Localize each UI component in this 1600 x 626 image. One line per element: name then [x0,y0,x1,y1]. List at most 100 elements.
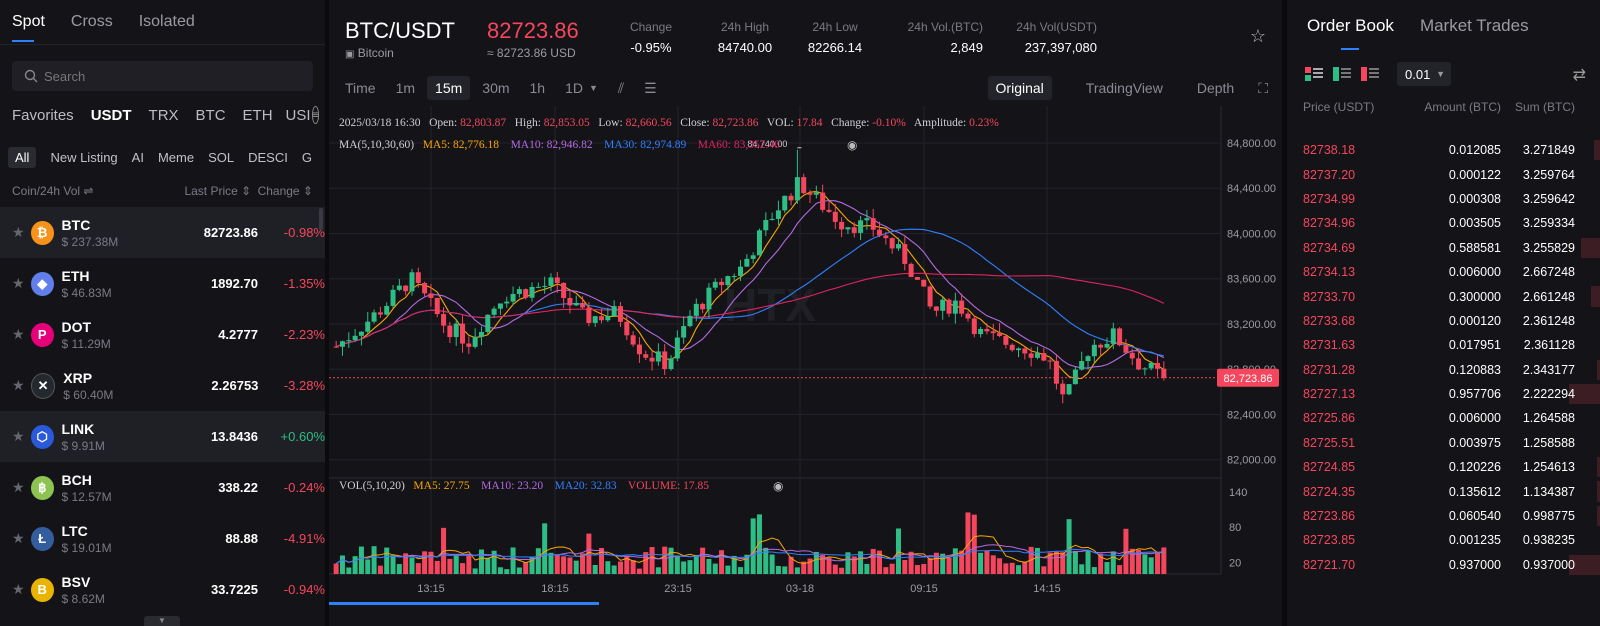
chevron-down-icon[interactable]: ▼ [589,83,598,93]
filter-desci[interactable]: DESCI [248,150,288,165]
star-icon[interactable]: ★ [12,581,31,598]
tab-isolated[interactable]: Isolated [139,13,195,31]
tab-cross[interactable]: Cross [71,13,113,31]
search-input[interactable]: Search [12,61,313,91]
ask-row[interactable]: 82731.28 0.120883 2.343177 [1287,358,1600,382]
ask-row[interactable]: 82733.70 0.300000 2.661248 [1287,284,1600,308]
filter-all[interactable]: All [8,146,37,168]
coin-row[interactable]: ★ ◆ ETH $ 46.83M 1892.70 -1.35% [0,258,325,309]
pair-title[interactable]: BTC/USDT [345,18,487,44]
coin-row[interactable]: ★ Ł LTC $ 19.01M 88.88 -4.91% [0,513,325,564]
ask-row[interactable]: 82727.13 0.957706 2.222294 [1287,382,1600,406]
star-icon[interactable]: ★ [12,530,31,547]
filter-sol[interactable]: SOL [208,150,234,165]
star-icon[interactable]: ★ [12,275,31,292]
tab-order-book[interactable]: Order Book [1307,16,1394,50]
interval-1m[interactable]: 1m [396,80,415,96]
filter-meme[interactable]: Meme [158,150,194,165]
tab-btc[interactable]: BTC [196,107,226,124]
filter-new-listing[interactable]: New Listing [50,150,117,165]
ask-row[interactable]: 82737.20 0.000122 3.259764 [1287,162,1600,186]
coin-row[interactable]: ★ ₿ BTC $ 237.38M 82723.86 -0.98% [0,207,325,258]
ask-row[interactable]: 82738.18 0.012085 3.271849 [1287,138,1600,162]
volume-bar [984,550,990,574]
depth-bar [1590,286,1600,307]
interval-15m[interactable]: 15m [427,76,471,100]
coin-row[interactable]: ★ P DOT $ 11.29M 4.2777 -2.23% [0,309,325,360]
scrollbar[interactable] [319,208,323,230]
candle-body [858,220,864,233]
volume-bar [384,547,390,574]
candle-body [794,177,800,201]
precision-select[interactable]: 0.01 ▼ [1397,62,1451,86]
ask-row[interactable]: 82724.35 0.135612 1.134387 [1287,479,1600,503]
stat-24h-vol-usdt: 24h Vol(USDT) 237,397,080 [985,0,1097,55]
asks-only-view-icon[interactable] [1361,67,1379,81]
bids-only-view-icon[interactable] [1333,67,1351,81]
tab-favorites[interactable]: Favorites [12,107,74,124]
ask-row[interactable]: 82734.69 0.588581 3.255829 [1287,236,1600,260]
star-icon[interactable]: ★ [12,326,31,343]
ask-row[interactable]: 82733.68 0.000120 2.361248 [1287,309,1600,333]
coin-row[interactable]: ★ ฿ BCH $ 12.57M 338.22 -0.24% [0,462,325,513]
depth-bar [1593,140,1600,161]
ask-row[interactable]: 82723.85 0.001235 0.938235 [1287,528,1600,552]
star-icon[interactable]: ★ [12,377,31,394]
tab-usd[interactable]: USI [286,107,311,124]
coin-logo-icon: ◆ [30,271,54,296]
tab-usdt[interactable]: USDT [91,107,132,124]
fullscreen-icon[interactable]: ⛶ [1258,80,1268,97]
ask-price: 82738.18 [1303,143,1356,158]
favorite-star-icon[interactable]: ☆ [1250,26,1266,47]
indicator-icon[interactable]: ⫽ [618,80,624,97]
filter-more[interactable]: G [302,150,312,165]
chart-panel: BTC/USDT ▣ Bitcoin 82723.86 ≈ 82723.86 U… [329,0,1282,626]
sort-by-price[interactable]: Last Price ⇕ [171,184,251,198]
coin-row[interactable]: ★ ⬡ LINK $ 9.91M 13.8436 +0.60% [0,411,325,462]
volume-bar [674,555,680,574]
volume-bar [921,563,927,574]
interval-30m[interactable]: 30m [482,80,509,96]
ask-row[interactable]: 82725.51 0.003975 1.258588 [1287,431,1600,455]
swap-icon[interactable]: ⇄ [1573,65,1586,85]
tab-spot[interactable]: Spot [12,13,45,42]
both-sides-view-icon[interactable] [1305,67,1323,81]
ask-row[interactable]: 82734.96 0.003505 3.259334 [1287,211,1600,235]
candle-body [542,285,548,287]
candle-body [788,195,794,201]
tab-eth[interactable]: ETH [243,107,273,124]
coin-volume: $ 60.40M [63,387,114,402]
ask-row[interactable]: 82725.86 0.006000 1.264588 [1287,406,1600,430]
coin-change: -0.94% [283,582,325,597]
star-icon[interactable]: ★ [12,479,31,496]
ask-row[interactable]: 82734.13 0.006000 2.667248 [1287,260,1600,284]
sort-by-change[interactable]: Change ⇕ [251,184,313,198]
tab-trx[interactable]: TRX [149,107,179,124]
view-original[interactable]: Original [987,76,1052,100]
sort-by-volume[interactable]: Coin/24h Vol ⇌ [12,184,171,198]
ask-row[interactable]: 82734.99 0.000308 3.259642 [1287,187,1600,211]
more-categories-icon[interactable]: ≡ [311,106,320,124]
coin-row[interactable]: ★ B BSV $ 8.62M 33.7225 -0.94% [0,564,325,615]
view-tradingview[interactable]: TradingView [1086,80,1163,96]
ask-row[interactable]: 82731.63 0.017951 2.361128 [1287,333,1600,357]
interval-1h[interactable]: 1h [530,80,546,96]
chart-settings-icon[interactable]: ☰ [644,80,657,97]
star-icon[interactable]: ★ [12,224,31,241]
interval-1d[interactable]: 1D [565,80,583,96]
volume-bar [895,528,901,574]
candlestick-chart[interactable]: HTX84,800.0084,400.0084,000.0083,600.008… [329,106,1282,606]
ask-row[interactable]: 82721.70 0.937000 0.937000 [1287,553,1600,577]
view-depth[interactable]: Depth [1197,80,1234,96]
ask-row[interactable]: 82724.85 0.120226 1.254613 [1287,455,1600,479]
filter-ai[interactable]: AI [132,150,144,165]
tab-market-trades[interactable]: Market Trades [1420,16,1529,36]
interval-time[interactable]: Time [345,80,376,96]
vol-legend-item: VOLUME: 17.85 [628,480,721,492]
coin-row[interactable]: ★ ✕ XRP $ 60.40M 2.26753 -3.28% [0,360,325,411]
star-icon[interactable]: ★ [12,428,31,445]
ohlc-info-part: VOL: [758,117,796,129]
scroll-down-icon[interactable]: ▼ [144,616,180,626]
ask-row[interactable]: 82723.86 0.060540 0.998775 [1287,504,1600,528]
volume-bar [908,551,914,574]
